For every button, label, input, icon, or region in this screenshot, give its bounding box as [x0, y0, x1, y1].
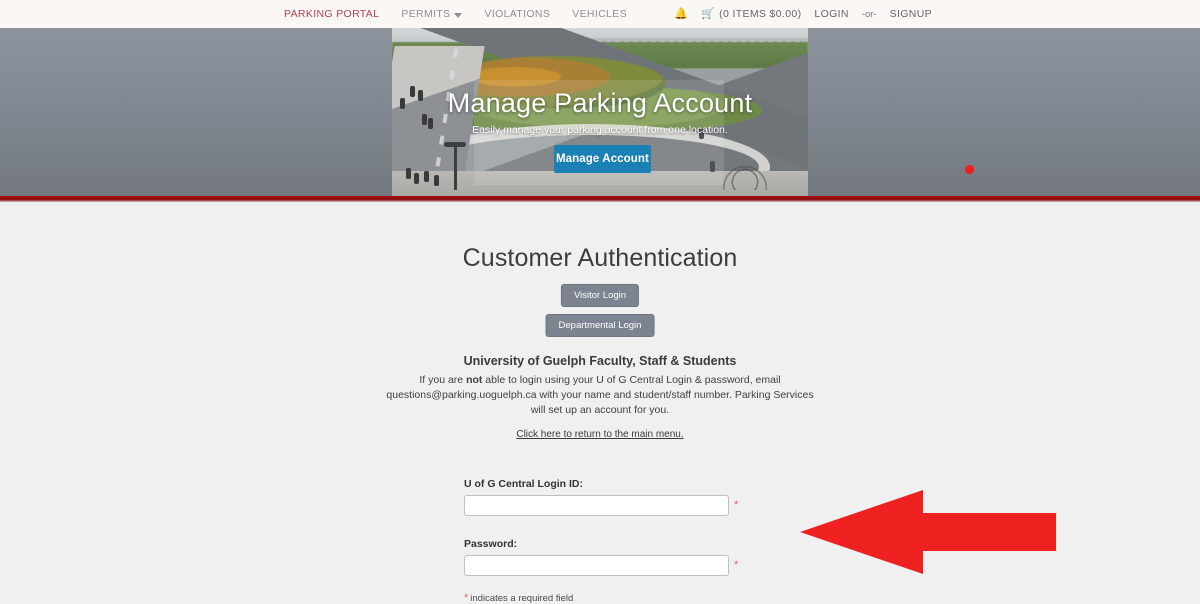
authentication-form: U of G Central Login ID: * Password: * *…: [464, 478, 754, 604]
password-field-row: *: [464, 555, 754, 576]
login-id-label: U of G Central Login ID:: [464, 478, 583, 490]
instructions-heading: University of Guelph Faculty, Staff & St…: [463, 354, 737, 368]
return-to-main-menu-link[interactable]: Click here to return to the main menu.: [516, 429, 683, 440]
required-field-note: * indicates a required field: [464, 593, 754, 604]
cart-summary-label: (0 ITEMS $0.00): [719, 8, 802, 20]
login-id-input[interactable]: [464, 495, 729, 516]
departmental-login-button[interactable]: Departmental Login: [545, 314, 655, 337]
instructions-block: University of Guelph Faculty, Staff & St…: [0, 354, 1200, 442]
login-link[interactable]: LOGIN: [814, 8, 848, 20]
nav-item-violations-label: VIOLATIONS: [484, 8, 551, 20]
hero-title: Manage Parking Account: [447, 88, 753, 118]
primary-nav-links: PARKING PORTAL PERMITS VIOLATIONS VEHICL…: [284, 0, 627, 28]
hero-banner: Manage Parking Account Easily manage you…: [0, 28, 1200, 197]
page-title: Customer Authentication: [462, 244, 738, 272]
visitor-login-button[interactable]: Visitor Login: [560, 284, 640, 307]
cart-icon: 🛒: [701, 7, 716, 20]
login-id-field-row: *: [464, 495, 754, 516]
signup-link[interactable]: SIGNUP: [890, 8, 932, 20]
bell-icon[interactable]: 🔔: [674, 8, 688, 20]
login-id-field-group: U of G Central Login ID: *: [464, 478, 754, 516]
required-note-text: indicates a required field: [470, 593, 574, 604]
red-arrow-annotation: [800, 490, 1056, 574]
password-label: Password:: [464, 538, 518, 550]
nav-item-parking-portal-label: PARKING PORTAL: [284, 8, 380, 20]
password-input[interactable]: [464, 555, 729, 576]
utility-nav-links: 🔔 🛒 (0 ITEMS $0.00) LOGIN -or- SIGNUP: [674, 0, 932, 28]
hero-subtitle: Easily manage your parking account from …: [472, 124, 728, 136]
cursor-dot: [965, 165, 974, 174]
top-navigation-bar: PARKING PORTAL PERMITS VIOLATIONS VEHICL…: [0, 0, 1200, 28]
instructions-body: If you are not able to login using your …: [385, 373, 815, 418]
nav-item-vehicles[interactable]: VEHICLES: [572, 8, 627, 20]
instructions-body-emphasis: not: [466, 374, 483, 386]
chevron-down-icon: [454, 12, 463, 18]
nav-item-violations[interactable]: VIOLATIONS: [484, 8, 550, 20]
login-signup-separator: -or-: [861, 8, 877, 20]
nav-item-permits[interactable]: PERMITS: [401, 8, 463, 20]
nav-item-vehicles-label: VEHICLES: [572, 8, 627, 20]
manage-account-button[interactable]: Manage Account: [554, 145, 651, 173]
password-required-star: *: [734, 559, 739, 571]
nav-item-parking-portal[interactable]: PARKING PORTAL: [284, 8, 379, 20]
instructions-body-part1: If you are: [419, 374, 467, 386]
nav-item-permits-label: PERMITS: [401, 8, 451, 20]
password-field-group: Password: *: [464, 538, 754, 576]
cart-link[interactable]: 🛒 (0 ITEMS $0.00): [701, 8, 801, 20]
login-id-required-star: *: [734, 499, 739, 511]
